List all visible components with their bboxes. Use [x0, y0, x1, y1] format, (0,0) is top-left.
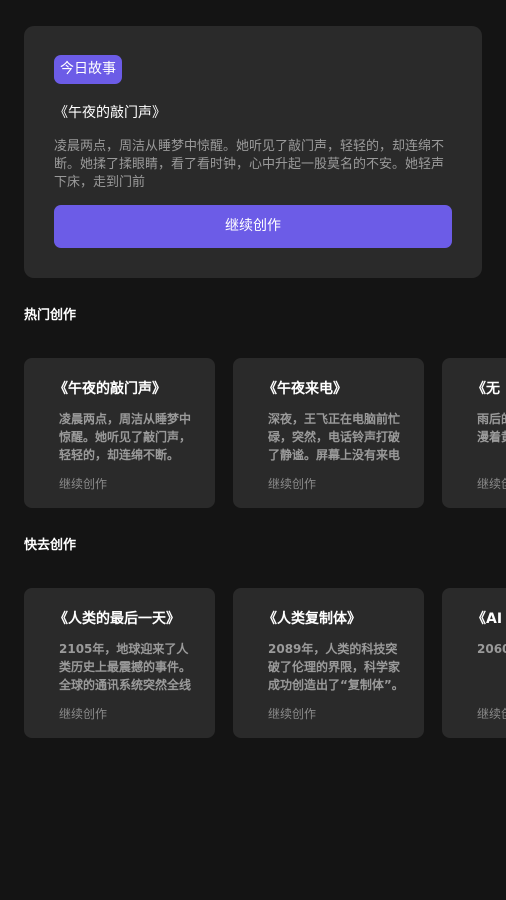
- quick-cards-row[interactable]: 《人类的最后一天》 2105年，地球迎来了人类历史上最震撼的事件。全球的通讯系统…: [24, 588, 506, 740]
- quick-section-title: 快去创作: [24, 538, 77, 553]
- story-card[interactable]: 《午夜的敲门声》 凌晨两点，周洁从睡梦中惊醒。她听见了敲门声，轻轻的，却连绵不断…: [24, 358, 215, 508]
- story-card-excerpt: 2105年，地球迎来了人类历史上最震撼的事件。全球的通讯系统突然全线中断: [59, 642, 192, 692]
- continue-writing-button[interactable]: 继续创作: [54, 205, 452, 248]
- continue-writing-link[interactable]: 继续创作: [59, 475, 107, 492]
- hot-section-title: 热门创作: [24, 308, 77, 323]
- story-card-title: 《人类复制体》: [263, 611, 361, 627]
- story-card[interactable]: 《人类的最后一天》 2105年，地球迎来了人类历史上最震撼的事件。全球的通讯系统…: [24, 588, 215, 738]
- story-card-excerpt: 深夜，王飞正在电脑前忙碌，突然，电话铃声打破了静谧。屏幕上没有来电显示: [268, 412, 401, 462]
- hot-cards-row[interactable]: 《午夜的敲门声》 凌晨两点，周洁从睡梦中惊醒。她听见了敲门声，轻轻的，却连绵不断…: [24, 358, 506, 510]
- today-story-badge: 今日故事: [54, 55, 122, 84]
- story-card-title: 《AI: [472, 611, 503, 627]
- story-card-excerpt: 雨后的街道，在空气中弥漫着黄，她: [477, 412, 506, 444]
- continue-writing-link[interactable]: 继续创作: [268, 475, 316, 492]
- story-card-title: 《午夜的敲门声》: [54, 381, 166, 397]
- story-card-title: 《午夜来电》: [263, 381, 347, 397]
- story-card[interactable]: 《午夜来电》 深夜，王飞正在电脑前忙碌，突然，电话铃声打破了静谧。屏幕上没有来电…: [233, 358, 424, 508]
- story-card-title: 《无: [472, 381, 500, 397]
- app-screen: 今日故事 《午夜的敲门声》 凌晨两点，周洁从睡梦中惊醒。她听见了敲门声，轻轻的，…: [0, 0, 506, 900]
- story-card-title: 《人类的最后一天》: [54, 611, 180, 627]
- story-card[interactable]: 《AI 2060年，全融入到交通 继续创作: [442, 588, 506, 738]
- story-card-excerpt: 2089年，人类的科技突破了伦理的界限，科学家成功创造出了“复制体”。这: [268, 642, 404, 692]
- continue-writing-link[interactable]: 继续创作: [477, 705, 506, 722]
- featured-story-title: 《午夜的敲门声》: [54, 105, 166, 121]
- featured-story-card[interactable]: 今日故事 《午夜的敲门声》 凌晨两点，周洁从睡梦中惊醒。她听见了敲门声，轻轻的，…: [24, 26, 482, 278]
- story-card[interactable]: 《无 雨后的街道，在空气中弥漫着黄，她 继续创作: [442, 358, 506, 508]
- continue-writing-link[interactable]: 继续创作: [268, 705, 316, 722]
- story-card-excerpt: 凌晨两点，周洁从睡梦中惊醒。她听见了敲门声，轻轻的，却连绵不断。: [59, 412, 192, 462]
- featured-story-excerpt: 凌晨两点，周洁从睡梦中惊醒。她听见了敲门声，轻轻的，却连绵不断。她揉了揉眼睛，看…: [54, 139, 445, 190]
- story-card[interactable]: 《人类复制体》 2089年，人类的科技突破了伦理的界限，科学家成功创造出了“复制…: [233, 588, 424, 738]
- story-card-excerpt: 2060年，全融入到交通: [477, 642, 506, 656]
- continue-writing-link[interactable]: 继续创作: [59, 705, 107, 722]
- continue-writing-link[interactable]: 继续创作: [477, 475, 506, 492]
